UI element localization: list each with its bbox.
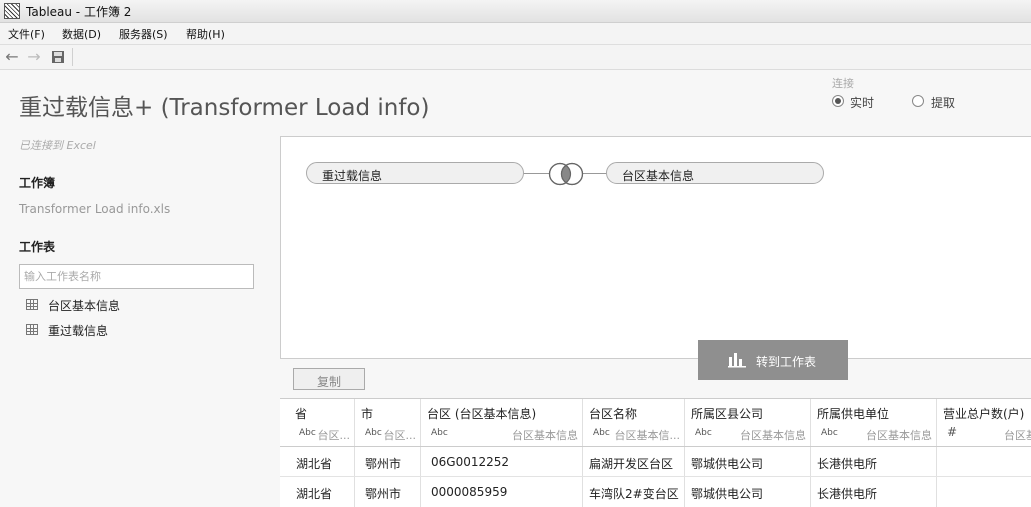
goto-sheet-button[interactable]: 转到工作表 [698, 340, 848, 380]
table-grid-icon [26, 299, 38, 310]
tableau-app-icon [4, 3, 20, 19]
column-county-company[interactable]: 所属区县公司 Abc 台区基本信息 鄂城供电公司 鄂城供电公司 [685, 399, 811, 507]
number-type-icon: # [947, 425, 958, 439]
copy-button[interactable]: 复制 [293, 368, 365, 390]
table-cell: 0000085959 [431, 485, 508, 499]
table-cell: 湖北省 [296, 457, 333, 471]
column-header: 省 [295, 407, 308, 421]
column-total-households[interactable]: 营业总户数(户) # 台区基 [937, 399, 1031, 507]
arrow-right-icon[interactable]: → [25, 48, 43, 66]
window-title: Tableau - 工作簿 2 [26, 5, 132, 19]
row-divider [280, 476, 1031, 477]
string-type-icon: Abc [821, 428, 838, 438]
connection-label: 连接 [832, 77, 854, 90]
string-type-icon: Abc [593, 428, 610, 438]
column-header: 市 [361, 407, 374, 421]
left-table-label: 重过载信息 [322, 169, 383, 183]
table-cell: 06G0012252 [431, 455, 510, 469]
table-cell: 鄂城供电公司 [691, 457, 764, 471]
menu-data[interactable]: 数据(D) [62, 26, 101, 42]
column-header: 所属区县公司 [691, 407, 764, 421]
table-cell: 鄂州市 [365, 457, 402, 471]
string-type-icon: Abc [695, 428, 712, 438]
column-source: 台区基本信息 [740, 429, 806, 442]
column-header: 所属供电单位 [817, 407, 890, 421]
table-cell: 鄂州市 [365, 487, 402, 501]
save-icon[interactable] [49, 48, 67, 66]
sheets-heading: 工作表 [19, 240, 56, 254]
workbook-heading: 工作簿 [19, 176, 56, 190]
column-source: 台区... [317, 429, 351, 442]
copy-button-label: 复制 [316, 375, 341, 389]
table-cell: 车湾队2#变台区 [589, 487, 679, 501]
table-cell: 鄂城供电公司 [691, 487, 764, 501]
column-source: 台区基本信息 [512, 429, 578, 442]
sheet-item-label: 台区基本信息 [48, 299, 121, 313]
live-radio[interactable] [832, 95, 844, 107]
menu-file[interactable]: 文件(F) [8, 26, 45, 42]
bar-chart-icon [728, 353, 746, 368]
table-cell: 湖北省 [296, 487, 333, 501]
sheet-search-input[interactable] [19, 264, 254, 289]
page-title: 重过载信息+ (Transformer Load info) [19, 95, 430, 121]
column-district-name[interactable]: 台区名称 Abc 台区基本信... 扁湖开发区台区 车湾队2#变台区 [583, 399, 685, 507]
workbook-file-name[interactable]: Transformer Load info.xls [19, 202, 170, 216]
menu-help[interactable]: 帮助(H) [186, 26, 225, 42]
column-source: 台区基 [1004, 429, 1031, 442]
sheet-item-label: 重过载信息 [48, 324, 109, 338]
goto-sheet-label: 转到工作表 [756, 355, 817, 369]
table-cell: 扁湖开发区台区 [589, 457, 674, 471]
column-header: 台区 (台区基本信息) [427, 407, 537, 421]
column-city[interactable]: 市 Abc 台区... 鄂州市 鄂州市 [355, 399, 421, 507]
data-grid: 省 Abc 台区... 湖北省 湖北省 市 Abc 台区... 鄂州市 鄂州市 … [280, 398, 1031, 507]
table-cell: 长港供电所 [817, 457, 878, 471]
menu-bar: 文件(F) 数据(D) 服务器(S) 帮助(H) [0, 23, 1031, 45]
column-source: 台区基本信... [614, 429, 681, 442]
menu-server[interactable]: 服务器(S) [119, 26, 168, 42]
title-bar: Tableau - 工作簿 2 [0, 0, 1031, 23]
right-table-pill[interactable]: 台区基本信息 [606, 162, 824, 184]
extract-radio-label[interactable]: 提取 [931, 94, 955, 111]
toolbar: ← → [0, 45, 1031, 70]
connection-status: 已连接到 Excel [19, 139, 96, 152]
table-grid-icon [26, 324, 38, 335]
string-type-icon: Abc [365, 428, 382, 438]
column-source: 台区... [383, 429, 417, 442]
string-type-icon: Abc [299, 428, 316, 438]
arrow-left-icon[interactable]: ← [3, 48, 21, 66]
toolbar-separator [72, 48, 73, 66]
header-divider [280, 446, 1031, 447]
column-supply-unit[interactable]: 所属供电单位 Abc 台区基本信息 长港供电所 长港供电所 [811, 399, 937, 507]
live-radio-label[interactable]: 实时 [850, 94, 874, 111]
column-header: 营业总户数(户) [943, 407, 1025, 421]
column-header: 台区名称 [589, 407, 638, 421]
table-cell: 长港供电所 [817, 487, 878, 501]
extract-radio[interactable] [912, 95, 924, 107]
left-table-pill[interactable]: 重过载信息 [306, 162, 524, 184]
column-province[interactable]: 省 Abc 台区... 湖北省 湖北省 [280, 399, 355, 507]
right-table-label: 台区基本信息 [622, 169, 695, 183]
column-district[interactable]: 台区 (台区基本信息) Abc 台区基本信息 06G0012252 000008… [421, 399, 583, 507]
column-source: 台区基本信息 [866, 429, 932, 442]
string-type-icon: Abc [431, 428, 448, 438]
inner-join-icon[interactable] [546, 162, 586, 186]
